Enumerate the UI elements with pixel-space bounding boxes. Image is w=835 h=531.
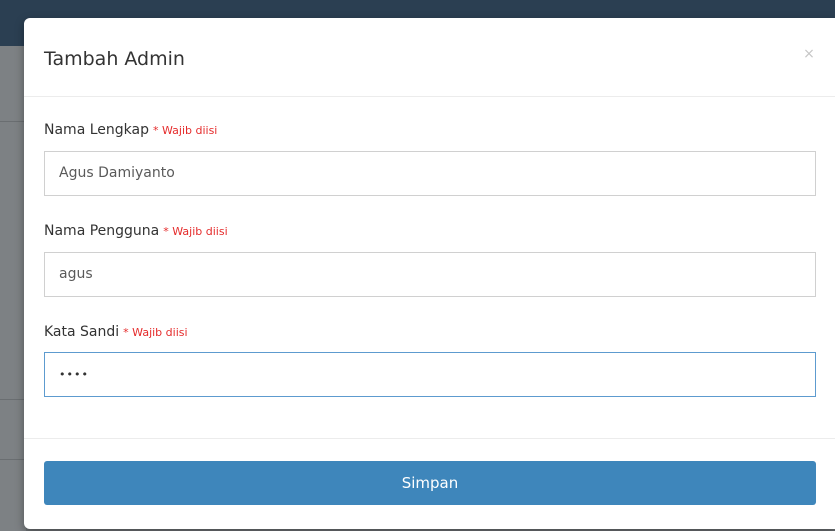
- username-label-text: Nama Pengguna: [44, 223, 160, 239]
- username-value: agus: [59, 266, 93, 282]
- background-page: [0, 46, 26, 531]
- close-icon[interactable]: ×: [801, 46, 817, 62]
- modal-footer: Simpan: [24, 438, 835, 530]
- password-label: Kata Sandi * Wajib diisi: [44, 324, 188, 340]
- full-name-label-text: Nama Lengkap: [44, 122, 149, 138]
- password-label-text: Kata Sandi: [44, 324, 120, 340]
- add-admin-modal: Tambah Admin × Nama Lengkap * Wajib diisi…: [24, 18, 835, 529]
- background-divider: [0, 121, 26, 122]
- modal-header: Tambah Admin ×: [24, 18, 835, 97]
- password-value: ••••: [59, 368, 89, 381]
- modal-title: Tambah Admin: [44, 48, 185, 70]
- save-button[interactable]: Simpan: [44, 461, 816, 505]
- full-name-value: Agus Damiyanto: [59, 165, 175, 181]
- full-name-label: Nama Lengkap * Wajib diisi: [44, 122, 217, 138]
- full-name-input[interactable]: Agus Damiyanto: [44, 151, 816, 196]
- password-input[interactable]: ••••: [44, 352, 816, 397]
- required-note: * Wajib diisi: [163, 225, 228, 238]
- required-note: * Wajib diisi: [123, 326, 188, 339]
- background-divider: [0, 399, 26, 400]
- username-label: Nama Pengguna * Wajib diisi: [44, 223, 228, 239]
- background-divider: [0, 459, 26, 460]
- required-note: * Wajib diisi: [152, 124, 218, 137]
- username-input[interactable]: agus: [44, 252, 816, 297]
